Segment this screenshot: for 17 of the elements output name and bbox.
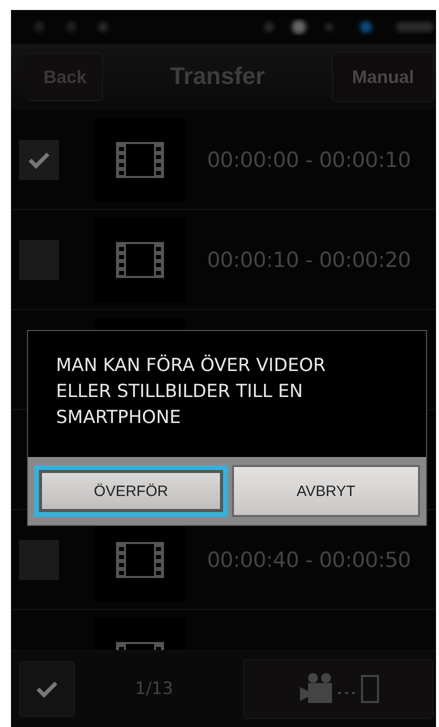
clip-time-range: 00:00:40 - 00:00:50	[207, 548, 411, 572]
clip-time-range: 00:00:10 - 00:00:20	[207, 248, 411, 272]
film-strip-icon	[116, 542, 164, 578]
thumbnail[interactable]	[95, 218, 185, 302]
selection-count: 1/13	[135, 679, 174, 699]
dialog-message: MAN KAN FÖRA ÖVER VIDEOR ELLER STILLBILDER TILL EN SMARTPHONE	[28, 331, 426, 457]
select-all-checkbox[interactable]	[19, 661, 75, 717]
clip-time-range: 00:00:00 - 00:00:10	[207, 148, 411, 172]
checkbox[interactable]	[19, 140, 59, 180]
film-strip-icon	[116, 142, 164, 178]
thumbnail[interactable]	[95, 118, 185, 202]
film-strip-icon	[116, 242, 164, 278]
transfer-button[interactable]	[243, 659, 434, 719]
dialog-button[interactable]: AVBRYT	[232, 465, 420, 517]
dialog-button[interactable]: ÖVERFÖR	[34, 465, 228, 517]
check-icon	[36, 680, 58, 698]
check-icon	[28, 150, 50, 168]
